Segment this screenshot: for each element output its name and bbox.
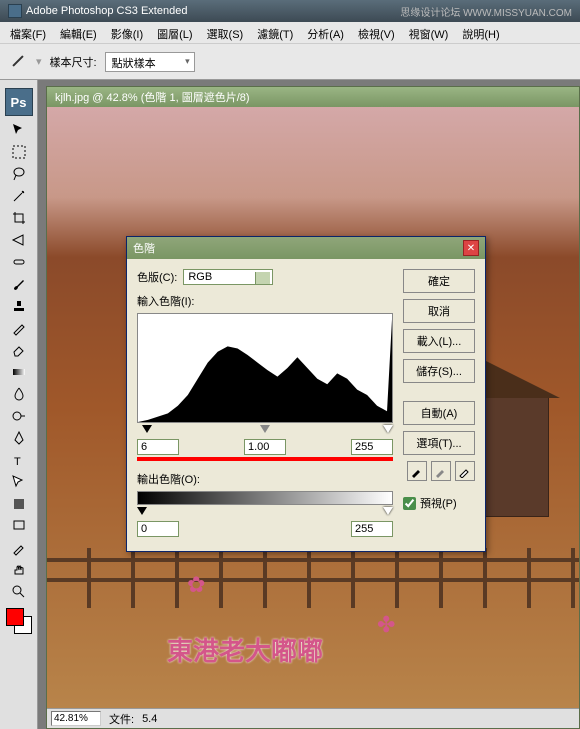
input-slider[interactable]	[137, 425, 393, 435]
file-size-label: 文件:	[109, 711, 134, 727]
menu-window[interactable]: 視窗(W)	[403, 24, 455, 41]
highlight-slider-handle[interactable]	[383, 425, 393, 433]
eraser-tool[interactable]	[7, 340, 31, 360]
options-bar: ▾ 樣本尺寸: 點狀樣本	[0, 44, 580, 80]
foreground-color[interactable]	[6, 608, 24, 626]
output-shadow-input[interactable]	[137, 521, 179, 537]
slice-tool[interactable]	[7, 230, 31, 250]
save-button[interactable]: 儲存(S)...	[403, 359, 475, 383]
menu-filter[interactable]: 濾鏡(T)	[251, 24, 299, 41]
cancel-button[interactable]: 取消	[403, 299, 475, 323]
white-eyedropper-icon[interactable]	[455, 461, 475, 481]
sample-size-label: 樣本尺寸:	[50, 54, 97, 70]
midtone-input[interactable]	[244, 439, 286, 455]
zoom-input[interactable]	[51, 711, 101, 726]
app-icon	[8, 4, 22, 18]
output-slider[interactable]	[137, 507, 393, 517]
watermark-deco-icon: ✿	[187, 572, 205, 598]
blur-tool[interactable]	[7, 384, 31, 404]
gradient-tool[interactable]	[7, 362, 31, 382]
menu-edit[interactable]: 編輯(E)	[54, 24, 103, 41]
menu-analysis[interactable]: 分析(A)	[301, 24, 350, 41]
output-gradient	[137, 491, 393, 505]
wand-tool[interactable]	[7, 186, 31, 206]
midtone-slider-handle[interactable]	[260, 425, 270, 433]
levels-dialog: 色階 ✕ 色版(C): RGB 輸入色階(I):	[126, 236, 486, 552]
preview-label: 預視(P)	[420, 495, 457, 511]
zoom-tool[interactable]	[7, 582, 31, 602]
close-icon[interactable]: ✕	[463, 240, 479, 256]
watermark-deco-icon: ✤	[377, 612, 395, 638]
shadow-slider-handle[interactable]	[142, 425, 152, 433]
canvas-area: kjlh.jpg @ 42.8% (色階 1, 圖層遮色片/8) ✿ ✤ 東港老…	[38, 80, 580, 729]
eyedropper-tool[interactable]	[7, 538, 31, 558]
menu-bar: 檔案(F) 編輯(E) 影像(I) 圖層(L) 選取(S) 濾鏡(T) 分析(A…	[0, 22, 580, 44]
output-shadow-handle[interactable]	[137, 507, 147, 515]
color-swatches[interactable]	[6, 608, 32, 634]
crop-tool[interactable]	[7, 208, 31, 228]
brush-tool[interactable]	[7, 274, 31, 294]
heal-tool[interactable]	[7, 252, 31, 272]
marquee-tool[interactable]	[7, 142, 31, 162]
document-title: kjlh.jpg @ 42.8% (色階 1, 圖層遮色片/8)	[47, 87, 579, 107]
channel-dropdown[interactable]: RGB	[183, 269, 273, 285]
sample-size-dropdown[interactable]: 點狀樣本	[105, 52, 195, 72]
menu-help[interactable]: 說明(H)	[456, 24, 505, 41]
menu-image[interactable]: 影像(I)	[105, 24, 149, 41]
type-tool[interactable]: T	[7, 450, 31, 470]
svg-text:T: T	[14, 456, 21, 468]
output-highlight-handle[interactable]	[383, 507, 393, 515]
preview-checkbox-row[interactable]: 預視(P)	[403, 495, 475, 511]
gray-eyedropper-icon[interactable]	[431, 461, 451, 481]
load-button[interactable]: 載入(L)...	[403, 329, 475, 353]
menu-select[interactable]: 選取(S)	[201, 24, 250, 41]
output-levels-label: 輸出色階(O):	[137, 471, 393, 487]
ok-button[interactable]: 確定	[403, 269, 475, 293]
photo-fence	[47, 548, 579, 608]
stamp-tool[interactable]	[7, 296, 31, 316]
auto-button[interactable]: 自動(A)	[403, 401, 475, 425]
pen-tool[interactable]	[7, 428, 31, 448]
dialog-titlebar[interactable]: 色階 ✕	[127, 237, 485, 259]
histogram	[137, 313, 393, 423]
image-watermark: 東港老大嘟嘟	[167, 631, 323, 668]
toolbox: Ps T	[0, 80, 38, 729]
hand-tool[interactable]	[7, 560, 31, 580]
file-size-value: 5.4	[142, 713, 157, 725]
status-bar: 文件: 5.4	[47, 708, 579, 728]
dodge-tool[interactable]	[7, 406, 31, 426]
options-button[interactable]: 選項(T)...	[403, 431, 475, 455]
menu-file[interactable]: 檔案(F)	[4, 24, 52, 41]
app-title: Adobe Photoshop CS3 Extended	[26, 5, 187, 17]
lasso-tool[interactable]	[7, 164, 31, 184]
input-levels-label: 輸入色階(I):	[137, 293, 393, 309]
path-tool[interactable]	[7, 472, 31, 492]
dialog-title-text: 色階	[133, 240, 155, 256]
app-titlebar: Adobe Photoshop CS3 Extended 思缘设计论坛 WWW.…	[0, 0, 580, 22]
notes-tool[interactable]	[7, 516, 31, 536]
black-eyedropper-icon[interactable]	[407, 461, 427, 481]
eyedropper-tool-icon[interactable]	[8, 52, 28, 72]
move-tool[interactable]	[7, 120, 31, 140]
history-brush-tool[interactable]	[7, 318, 31, 338]
channel-label: 色版(C):	[137, 269, 177, 285]
menu-view[interactable]: 檢視(V)	[352, 24, 401, 41]
preview-checkbox[interactable]	[403, 497, 416, 510]
shape-tool[interactable]	[7, 494, 31, 514]
menu-layer[interactable]: 圖層(L)	[151, 24, 198, 41]
highlight-input[interactable]	[351, 439, 393, 455]
forum-watermark: 思缘设计论坛 WWW.MISSYUAN.COM	[400, 4, 572, 19]
output-highlight-input[interactable]	[351, 521, 393, 537]
shadow-input[interactable]	[137, 439, 179, 455]
annotation-red-line	[137, 457, 393, 461]
ps-logo-icon: Ps	[5, 88, 33, 116]
